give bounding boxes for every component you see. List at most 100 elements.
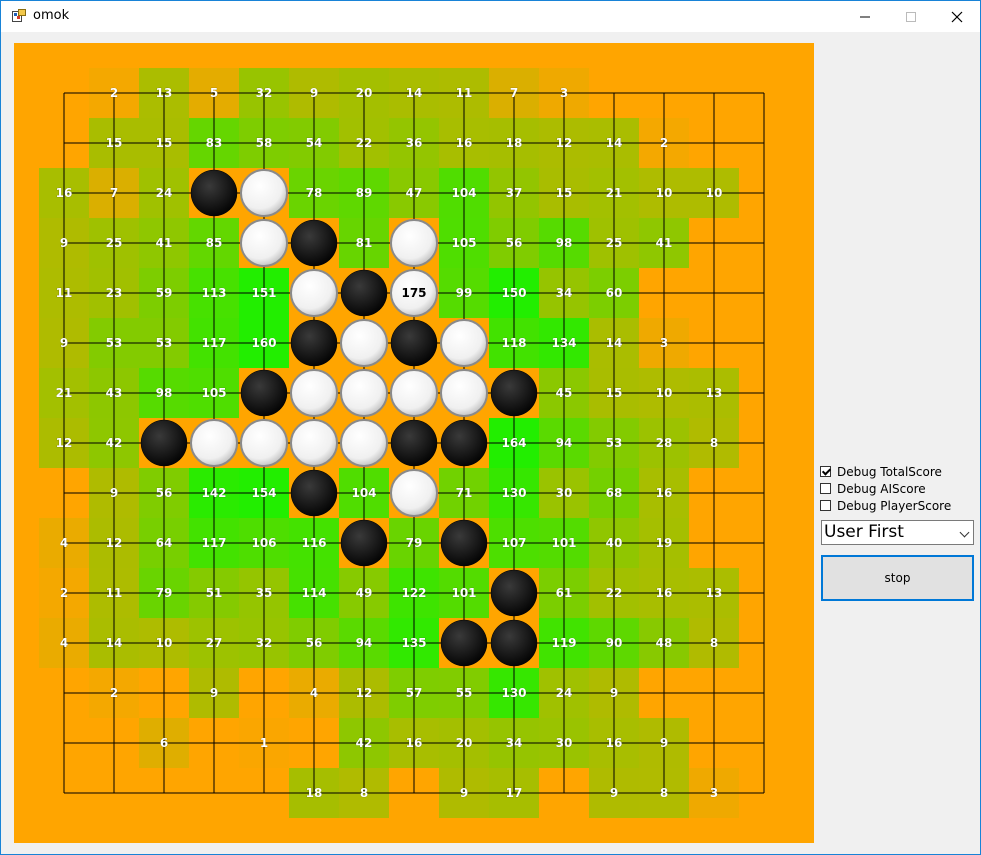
score-label: 30 <box>556 736 573 750</box>
score-label: 101 <box>551 536 576 550</box>
score-label: 9 <box>660 736 668 750</box>
score-label: 34 <box>506 736 523 750</box>
score-label: 4 <box>60 536 68 550</box>
score-label: 130 <box>501 686 526 700</box>
score-label: 17 <box>506 786 523 800</box>
score-label: 15 <box>106 136 123 150</box>
black-stone <box>390 319 438 367</box>
score-label: 36 <box>406 136 423 150</box>
score-label: 56 <box>506 236 523 250</box>
score-label: 98 <box>156 386 173 400</box>
score-label: 150 <box>501 286 526 300</box>
score-label: 22 <box>356 136 373 150</box>
maximize-button[interactable] <box>888 1 934 32</box>
app-window: omok 2 13 5 32 9 20 14 11 7 3 15 15 83 58 54 22 36 16 18 12… <box>0 0 981 855</box>
score-label: 16 <box>56 186 73 200</box>
score-label: 9 <box>60 336 68 350</box>
score-label: 135 <box>401 636 426 650</box>
white-stone <box>290 419 338 467</box>
score-label: 8 <box>710 436 718 450</box>
white-stone <box>240 169 288 217</box>
score-label: 164 <box>501 436 526 450</box>
minimize-button[interactable] <box>842 1 888 32</box>
score-label: 117 <box>201 536 226 550</box>
game-board[interactable]: 2 13 5 32 9 20 14 11 7 3 15 15 83 58 54 22 36 16 18 12 14 2 16… <box>14 43 814 843</box>
score-label: 90 <box>606 636 623 650</box>
score-label: 24 <box>556 686 573 700</box>
score-label: 15 <box>606 386 623 400</box>
score-label: 18 <box>506 136 523 150</box>
score-label: 7 <box>110 186 118 200</box>
score-label: 79 <box>156 586 173 600</box>
score-label: 89 <box>356 186 373 200</box>
score-label: 32 <box>256 86 273 100</box>
score-label: 53 <box>106 336 123 350</box>
score-label: 107 <box>501 536 526 550</box>
score-label: 4 <box>310 686 318 700</box>
score-label: 2 <box>60 586 68 600</box>
black-stone <box>440 619 488 667</box>
score-label: 105 <box>201 386 226 400</box>
score-label: 59 <box>156 286 173 300</box>
score-label: 37 <box>506 186 523 200</box>
score-label: 8 <box>360 786 368 800</box>
debug-totalscore-checkbox[interactable]: Debug TotalScore <box>819 463 977 480</box>
score-label: 85 <box>206 236 223 250</box>
checkbox-unchecked-icon[interactable] <box>820 500 831 511</box>
score-label: 68 <box>606 486 623 500</box>
score-label: 9 <box>610 686 618 700</box>
checkbox-checked-icon[interactable] <box>820 466 831 477</box>
black-stone <box>490 619 538 667</box>
debug-playerscore-label: Debug PlayerScore <box>837 498 952 513</box>
score-label: 53 <box>156 336 173 350</box>
turn-order-select[interactable]: User First <box>821 520 974 545</box>
score-label: 12 <box>106 536 123 550</box>
score-label: 116 <box>301 536 326 550</box>
white-stone <box>240 219 288 267</box>
white-stone <box>390 469 438 517</box>
checkbox-unchecked-icon[interactable] <box>820 483 831 494</box>
title-bar: omok <box>1 1 980 32</box>
black-stone <box>290 219 338 267</box>
score-label: 9 <box>460 786 468 800</box>
black-stone <box>240 369 288 417</box>
white-stone <box>340 319 388 367</box>
chevron-down-icon <box>959 527 970 538</box>
board-canvas[interactable]: 2 13 5 32 9 20 14 11 7 315 15 83 58 54 22 36 16 18 12 14 216… <box>14 43 814 843</box>
score-label: 106 <box>251 536 276 550</box>
score-label: 3 <box>710 786 718 800</box>
black-stone <box>140 419 188 467</box>
score-label: 7 <box>510 86 518 100</box>
black-stone <box>290 319 338 367</box>
white-stone <box>290 369 338 417</box>
close-button[interactable] <box>934 1 980 32</box>
score-label: 35 <box>256 586 273 600</box>
black-stone <box>290 469 338 517</box>
window-title: omok <box>33 8 70 23</box>
black-stone <box>190 169 238 217</box>
turn-order-value: User First <box>824 522 904 542</box>
score-label: 151 <box>251 286 276 300</box>
score-label: 2 <box>110 86 118 100</box>
score-label: 32 <box>256 636 273 650</box>
debug-aiscore-checkbox[interactable]: Debug AIScore <box>819 480 977 497</box>
score-label: 6 <box>160 736 168 750</box>
score-label: 78 <box>306 186 323 200</box>
stop-button[interactable]: stop <box>821 555 974 601</box>
score-label: 56 <box>306 636 323 650</box>
score-label: 142 <box>201 486 226 500</box>
score-label: 81 <box>356 236 373 250</box>
score-label: 94 <box>556 436 573 450</box>
score-label: 41 <box>656 236 673 250</box>
score-label: 105 <box>451 236 476 250</box>
score-label: 4 <box>60 636 68 650</box>
white-stone <box>340 419 388 467</box>
score-label: 14 <box>606 336 623 350</box>
score-label: 113 <box>201 286 226 300</box>
score-label: 14 <box>106 636 123 650</box>
score-label: 22 <box>606 586 623 600</box>
score-label: 71 <box>456 486 473 500</box>
debug-playerscore-checkbox[interactable]: Debug PlayerScore <box>819 497 977 514</box>
score-label: 119 <box>551 636 576 650</box>
score-label: 34 <box>556 286 573 300</box>
